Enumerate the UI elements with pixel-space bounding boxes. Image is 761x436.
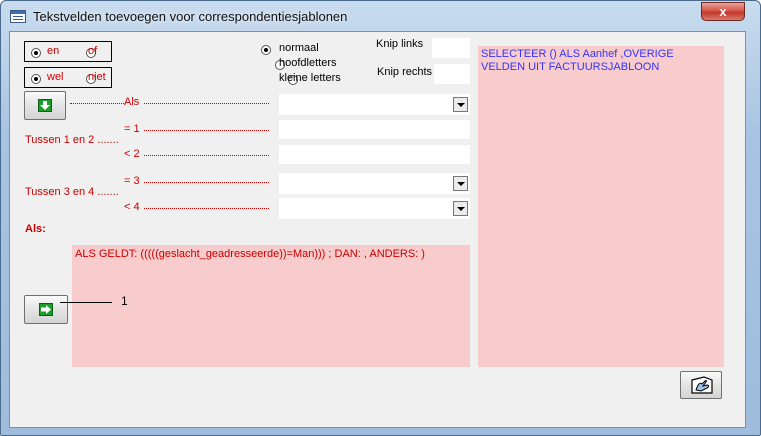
kleine-letters-label: kleine letters bbox=[279, 72, 341, 84]
dialog-body: en of wel niet normaal hoofdletters klei… bbox=[9, 31, 746, 428]
knip-links-input[interactable] bbox=[432, 38, 470, 58]
insert-button[interactable] bbox=[24, 295, 68, 324]
form-icon bbox=[10, 10, 26, 23]
wel-niet-frame: wel niet bbox=[24, 67, 112, 88]
knip-links-label: Knip links bbox=[376, 38, 424, 50]
chevron-down-icon[interactable] bbox=[453, 176, 468, 191]
lt4-label: < 4 bbox=[124, 201, 140, 213]
arrow-right-icon bbox=[39, 303, 53, 316]
eq3-label: = 3 bbox=[124, 175, 140, 187]
close-button[interactable]: x bbox=[701, 2, 745, 21]
tussen-1-2-label: Tussen 1 en 2 ....... bbox=[25, 134, 119, 146]
lt2-label: < 2 bbox=[124, 148, 140, 160]
lt2-dots bbox=[144, 155, 269, 156]
result-expression-text: ALS GELDT: (((((geslacht_geadresseerde))… bbox=[75, 248, 425, 260]
lt4-combobox[interactable] bbox=[279, 198, 470, 219]
normaal-label: normaal bbox=[279, 42, 319, 54]
eq1-label: = 1 bbox=[124, 123, 140, 135]
knip-rechts-input[interactable] bbox=[434, 64, 470, 84]
eq3-dots bbox=[144, 182, 269, 183]
eq3-combobox[interactable] bbox=[279, 173, 470, 194]
sql-preview-text: SELECTEER () ALS Aanhef ,OVERIGE VELDEN … bbox=[481, 48, 674, 73]
en-of-frame: en of bbox=[24, 41, 112, 62]
move-down-button[interactable] bbox=[24, 91, 66, 120]
tussen-3-4-label: Tussen 3 en 4 ....... bbox=[25, 186, 119, 198]
eq1-input[interactable] bbox=[279, 120, 470, 139]
en-label: en bbox=[47, 45, 60, 57]
chevron-down-icon[interactable] bbox=[453, 97, 468, 112]
window-title: Tekstvelden toevoegen voor correspondent… bbox=[33, 9, 348, 24]
wel-radio[interactable] bbox=[31, 74, 41, 84]
hand-document-icon bbox=[690, 376, 714, 398]
callout-number: 1 bbox=[121, 294, 128, 308]
export-button[interactable] bbox=[680, 371, 722, 399]
knip-rechts-label: Knip rechts bbox=[377, 66, 433, 78]
en-radio[interactable] bbox=[31, 48, 41, 58]
niet-label: niet bbox=[88, 71, 106, 83]
als-leader-dots bbox=[70, 103, 124, 104]
lt4-dots bbox=[144, 208, 269, 209]
als-trail-dots bbox=[144, 103, 269, 104]
result-expression-box[interactable]: ALS GELDT: (((((geslacht_geadresseerde))… bbox=[72, 245, 470, 367]
title-bar[interactable]: Tekstvelden toevoegen voor correspondent… bbox=[1, 1, 760, 31]
sql-preview-panel[interactable]: SELECTEER () ALS Aanhef ,OVERIGE VELDEN … bbox=[478, 46, 724, 367]
arrow-down-icon bbox=[38, 99, 52, 112]
of-label: of bbox=[88, 45, 98, 57]
chevron-down-icon[interactable] bbox=[453, 201, 468, 216]
hoofdletters-label: hoofdletters bbox=[279, 57, 337, 69]
als-combobox[interactable] bbox=[279, 94, 470, 115]
normaal-radio[interactable] bbox=[261, 45, 271, 55]
eq1-dots bbox=[144, 130, 269, 131]
als-label: Als bbox=[124, 96, 140, 108]
result-heading: Als: bbox=[25, 223, 46, 235]
dialog-window: Tekstvelden toevoegen voor correspondent… bbox=[0, 0, 761, 436]
lt2-input[interactable] bbox=[279, 145, 470, 164]
callout-line bbox=[60, 302, 112, 303]
wel-label: wel bbox=[47, 71, 64, 83]
